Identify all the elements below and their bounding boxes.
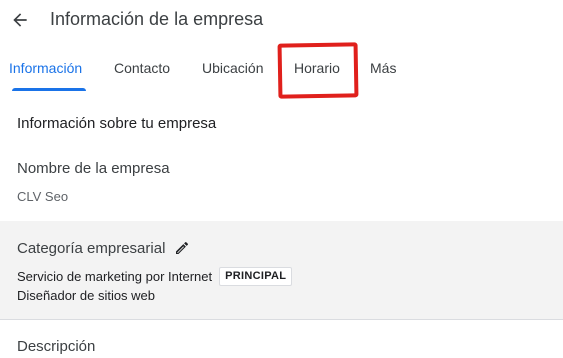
business-info-page: Información de la empresa Información Co… bbox=[0, 0, 563, 358]
secondary-category-name: Diseñador de sitios web bbox=[17, 288, 156, 303]
business-name-label: Nombre de la empresa bbox=[17, 160, 170, 177]
back-button[interactable] bbox=[6, 6, 34, 34]
edit-category-button[interactable] bbox=[173, 239, 191, 257]
pencil-icon bbox=[176, 241, 189, 254]
arrow-left-icon bbox=[13, 13, 27, 27]
tab-mas[interactable]: Más bbox=[370, 52, 396, 84]
tab-ubicacion[interactable]: Ubicación bbox=[202, 52, 263, 84]
description-label: Descripción bbox=[17, 338, 96, 355]
primary-category-row: Servicio de marketing por Internet PRINC… bbox=[17, 267, 293, 286]
business-category-block[interactable]: Categoría empresarial Servicio de market… bbox=[0, 221, 563, 320]
top-bar: Información de la empresa bbox=[0, 0, 563, 40]
tab-contacto[interactable]: Contacto bbox=[114, 52, 170, 84]
secondary-category-row: Diseñador de sitios web bbox=[17, 288, 155, 303]
active-tab-indicator bbox=[12, 88, 86, 91]
primary-badge: PRINCIPAL bbox=[219, 267, 293, 286]
page-title: Información de la empresa bbox=[50, 9, 264, 29]
primary-category-name: Servicio de marketing por Internet bbox=[17, 269, 213, 284]
category-label-row: Categoría empresarial bbox=[17, 238, 191, 258]
business-name-value[interactable]: CLV Seo bbox=[17, 189, 68, 204]
horario-highlight-annotation bbox=[277, 42, 359, 99]
category-label: Categoría empresarial bbox=[17, 239, 166, 257]
tab-informacion[interactable]: Información bbox=[9, 52, 82, 84]
section-heading: Información sobre tu empresa bbox=[17, 115, 217, 132]
